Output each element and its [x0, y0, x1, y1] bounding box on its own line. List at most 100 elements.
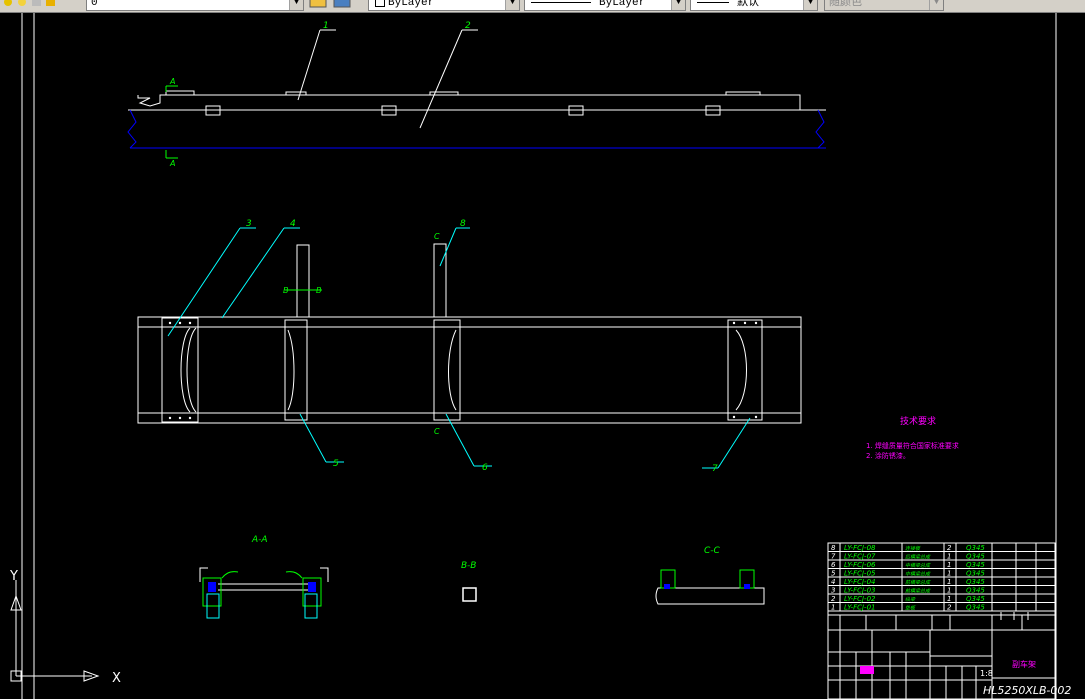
- bom-qty: 1: [947, 595, 951, 603]
- break-line-right: [815, 109, 825, 149]
- lock-icon[interactable]: [32, 0, 41, 6]
- tech-requirements: 技术要求 1. 焊缝质量符合国家标准要求 2. 涂防锈漆。: [866, 415, 959, 460]
- bom-seq: 2: [831, 595, 836, 603]
- bom-code: LY-FCJ-07: [844, 553, 876, 561]
- bom-seq: 6: [831, 561, 836, 569]
- chevron-down-icon[interactable]: ▼: [671, 0, 685, 10]
- bom-row: 5 LY-FCJ-05 中横梁总成 1 Q345: [828, 570, 1055, 578]
- color-dropdown[interactable]: ByLayer ▼: [368, 0, 520, 11]
- bom-name: 纵梁: [905, 596, 916, 603]
- bom-material: Q345: [966, 544, 985, 552]
- bom-material: Q345: [966, 587, 985, 595]
- bom-row: 8 LY-FCJ-08 连接板 2 Q345: [828, 544, 1055, 552]
- layer-dropdown[interactable]: 0 ▼: [86, 0, 304, 11]
- lineweight-dropdown[interactable]: 默认 ▼: [690, 0, 818, 11]
- chevron-down-icon[interactable]: ▼: [289, 0, 303, 10]
- bom-seq: 8: [831, 544, 836, 552]
- bom-material: Q345: [966, 595, 985, 603]
- bom-row: 6 LY-FCJ-06 中横梁总成 1 Q345: [828, 561, 1055, 569]
- linetype-value: ByLayer: [599, 0, 646, 9]
- ucs-y-label: Y: [9, 569, 18, 584]
- view-mark-a-top: A: [169, 77, 175, 86]
- plotstyle-dropdown: 随颜色 ▼: [824, 0, 944, 11]
- ucs-icon: Y X: [9, 569, 121, 686]
- tech-title: 技术要求: [900, 415, 936, 427]
- bom-seq: 4: [831, 578, 835, 586]
- section-cc[interactable]: C-C: [655, 546, 765, 605]
- drawing-canvas[interactable]: A A 1 2 B B C C 3 4 5 6 7 8 技术要求 1. 焊缝质量…: [0, 13, 1085, 699]
- linetype-dropdown[interactable]: ByLayer ▼: [524, 0, 686, 11]
- bom-qty: 1: [947, 570, 951, 578]
- bom-code: LY-FCJ-05: [844, 570, 876, 578]
- layer-manager-icon[interactable]: [309, 0, 327, 8]
- bom-code: LY-FCJ-02: [844, 595, 876, 603]
- svg-text:7: 7: [712, 464, 718, 474]
- section-bb[interactable]: B-B: [461, 561, 477, 602]
- bom-material: Q345: [966, 604, 985, 612]
- bom-name: 垫板: [905, 605, 916, 612]
- section-aa-label: A-A: [251, 535, 268, 545]
- callout-7: 7: [702, 417, 751, 474]
- bom-material: Q345: [966, 578, 985, 586]
- section-cc-label: C-C: [704, 546, 721, 556]
- pad-plate: [285, 91, 307, 96]
- line-sample-icon: [531, 1, 591, 3]
- bom-material: Q345: [966, 570, 985, 578]
- bom-qty: 1: [947, 578, 951, 586]
- bom-seq: 7: [831, 553, 836, 561]
- crossmember-5: [284, 319, 308, 421]
- bom-qty: 1: [947, 561, 951, 569]
- bom-table: 8 LY-FCJ-08 连接板 2 Q3457 LY-FCJ-07 后横梁总成 1 Q3456 L…: [828, 543, 1055, 612]
- layer-color-icon[interactable]: [46, 0, 55, 6]
- rear-crossmember: [727, 319, 763, 421]
- chevron-down-icon[interactable]: ▼: [505, 0, 519, 10]
- bom-material: Q345: [966, 553, 985, 561]
- bom-row: 3 LY-FCJ-03 前横梁总成 1 Q345: [828, 587, 1055, 595]
- bom-code: LY-FCJ-04: [844, 578, 875, 586]
- view-mark-c-bottom: C: [434, 427, 440, 436]
- bom-row: 7 LY-FCJ-07 后横梁总成 1 Q345: [828, 553, 1055, 561]
- tech-note-2: 2. 涂防锈漆。: [866, 451, 910, 460]
- bom-row: 1 LY-FCJ-01 垫板 2 Q345: [828, 604, 1055, 612]
- ucs-x-label: X: [112, 671, 121, 686]
- bom-qty: 1: [947, 587, 951, 595]
- lightbulb-icon[interactable]: [4, 0, 12, 6]
- bom-qty: 2: [947, 604, 952, 612]
- chevron-down-icon[interactable]: ▼: [803, 0, 817, 10]
- svg-text:6: 6: [482, 463, 488, 473]
- pad-plate: [725, 91, 761, 96]
- tech-note-1: 1. 焊缝质量符合国家标准要求: [866, 441, 959, 450]
- bom-name: 连接板: [905, 545, 921, 552]
- layer-previous-icon[interactable]: [333, 0, 351, 8]
- title-name: 副车架: [1012, 659, 1036, 669]
- plan-view[interactable]: B B C C: [137, 232, 802, 436]
- view-mark-a-bottom: A: [169, 159, 175, 168]
- callout-2: 2: [419, 21, 478, 129]
- crossmember-6: [433, 319, 461, 421]
- bom-row: 2 LY-FCJ-02 纵梁 1 Q345: [828, 595, 1055, 603]
- subframe-profile: [137, 94, 801, 110]
- section-bb-label: B-B: [461, 561, 476, 571]
- subframe-outline: [137, 316, 802, 424]
- color-swatch-icon: [375, 0, 385, 8]
- plotstyle-value: 随颜色: [829, 0, 862, 9]
- title-block[interactable]: 8 LY-FCJ-08 连接板 2 Q3457 LY-FCJ-07 后横梁总成 1 Q3456 L…: [827, 542, 1071, 699]
- bom-seq: 3: [831, 587, 835, 595]
- svg-text:3: 3: [246, 219, 252, 229]
- section-aa[interactable]: A-A: [199, 535, 329, 619]
- bom-name: 后横梁总成: [905, 554, 931, 561]
- layer-value: 0: [91, 0, 98, 9]
- bom-name: 前横梁总成: [905, 579, 931, 586]
- bom-code: LY-FCJ-06: [844, 561, 876, 569]
- svg-text:2: 2: [465, 21, 471, 31]
- svg-text:8: 8: [460, 219, 466, 229]
- side-view[interactable]: A A: [127, 77, 826, 168]
- callout-4: 4: [221, 219, 300, 319]
- sun-icon[interactable]: [18, 0, 26, 6]
- break-line-left: [127, 109, 137, 149]
- pad-plate: [165, 90, 195, 96]
- bom-name: 中横梁总成: [905, 562, 931, 569]
- callout-5: 5: [299, 413, 344, 469]
- layer-tools: [309, 0, 351, 8]
- drawing-area[interactable]: A A 1 2 B B C C 3 4 5 6 7 8 技术要求 1. 焊缝质量…: [0, 13, 1085, 699]
